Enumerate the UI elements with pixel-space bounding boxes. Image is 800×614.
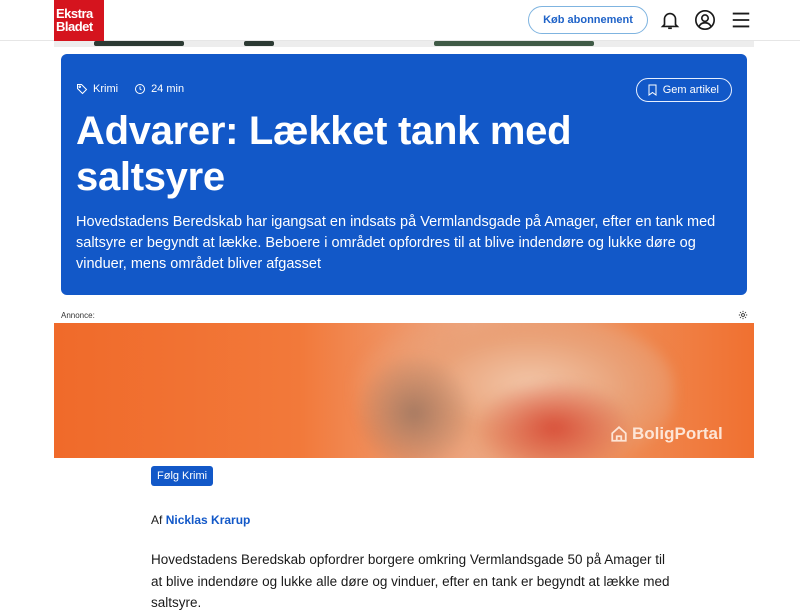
bookmark-icon bbox=[648, 84, 657, 96]
menu-icon[interactable] bbox=[730, 9, 752, 31]
category-label[interactable]: Krimi bbox=[93, 83, 118, 95]
tag-icon bbox=[77, 84, 88, 95]
top-navigation: Ekstra Bladet Køb abonnement bbox=[0, 0, 800, 41]
article-lead: Hovedstadens Beredskab har igangsat en i… bbox=[76, 214, 716, 272]
save-article-button[interactable]: Gem artikel bbox=[635, 78, 732, 102]
ad-brand-name: BoligPortal bbox=[632, 424, 723, 443]
read-time: 24 min bbox=[151, 83, 185, 95]
byline: Af Nicklas Krarup bbox=[151, 513, 250, 527]
article-body-paragraph: Hovedstadens Beredskab opfordrer borgere… bbox=[151, 552, 670, 610]
byline-prefix: Af bbox=[151, 513, 163, 527]
clock-icon bbox=[135, 84, 146, 94]
article-meta: Krimi 24 min bbox=[76, 83, 184, 95]
hero-image-strip bbox=[54, 41, 754, 47]
bell-icon[interactable] bbox=[659, 9, 681, 31]
follow-category-button[interactable]: Følg Krimi bbox=[151, 466, 214, 486]
ekstra-bladet-logo[interactable]: Ekstra Bladet bbox=[54, 0, 104, 41]
house-icon bbox=[611, 426, 627, 442]
save-article-label: Gem artikel bbox=[662, 84, 719, 96]
advertisement-banner[interactable]: BoligPortal bbox=[54, 323, 754, 458]
article-headline: Advarer: Lækket tank med saltsyre bbox=[76, 109, 572, 199]
article-hero: Krimi 24 min Gem artikel Advarer: Lækket… bbox=[61, 54, 747, 295]
ad-label: Annonce: bbox=[61, 311, 95, 320]
subscribe-button[interactable]: Køb abonnement bbox=[528, 6, 648, 34]
ad-brand: BoligPortal bbox=[610, 424, 723, 444]
author-link[interactable]: Nicklas Krarup bbox=[166, 513, 251, 527]
logo-line-2: Bladet bbox=[56, 19, 93, 34]
ad-settings-icon[interactable] bbox=[738, 310, 748, 320]
user-icon[interactable] bbox=[694, 9, 716, 31]
